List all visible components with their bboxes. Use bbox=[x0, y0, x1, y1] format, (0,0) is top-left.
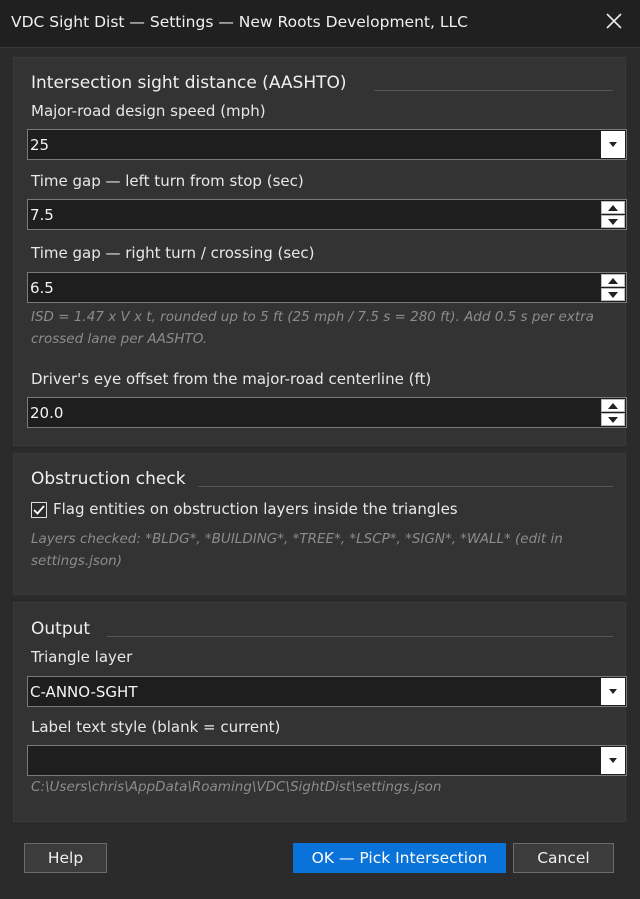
spin-down-button[interactable] bbox=[601, 215, 625, 228]
obstruction-hint: Layers checked: *BLDG*, *BUILDING*, *TRE… bbox=[31, 528, 563, 572]
spin-up-button[interactable] bbox=[601, 399, 625, 412]
obstruction-group-title: Obstruction check bbox=[31, 469, 186, 489]
dropdown-button[interactable] bbox=[601, 678, 625, 705]
spin-up-button[interactable] bbox=[601, 274, 625, 287]
gap-right-label: Time gap — right turn / crossing (sec) bbox=[31, 244, 315, 262]
chevron-down-icon bbox=[609, 689, 617, 694]
dropdown-button[interactable] bbox=[601, 131, 625, 158]
chevron-down-icon bbox=[609, 758, 617, 763]
output-group-title: Output bbox=[31, 619, 91, 639]
spin-down-button[interactable] bbox=[601, 413, 625, 426]
group-divider bbox=[198, 486, 613, 487]
layer-label: Triangle layer bbox=[31, 648, 133, 666]
cancel-button[interactable]: Cancel bbox=[513, 843, 614, 873]
hint-line: ISD = 1.47 x V x t, rounded up to 5 ft (… bbox=[31, 309, 594, 325]
obstruction-group: Obstruction check Flag entities on obstr… bbox=[13, 453, 626, 595]
eye-offset-value: 20.0 bbox=[30, 404, 64, 422]
arrow-up-icon bbox=[608, 403, 618, 409]
arrow-up-icon bbox=[608, 205, 618, 211]
eye-offset-label: Driver's eye offset from the major-road … bbox=[31, 370, 432, 388]
arrow-up-icon bbox=[608, 278, 618, 284]
isd-group-title: Intersection sight distance (AASHTO) bbox=[31, 73, 347, 93]
speed-combobox[interactable]: 25 bbox=[27, 129, 627, 160]
close-icon[interactable] bbox=[604, 11, 624, 31]
hint-line: settings.json) bbox=[31, 553, 122, 569]
checkmark-icon bbox=[33, 505, 45, 515]
speed-value: 25 bbox=[30, 136, 50, 154]
text-style-combobox[interactable] bbox=[27, 745, 627, 776]
dropdown-button[interactable] bbox=[601, 747, 625, 774]
ok-pick-intersection-button[interactable]: OK — Pick Intersection bbox=[293, 843, 506, 873]
help-button[interactable]: Help bbox=[24, 843, 107, 873]
arrow-down-icon bbox=[608, 292, 618, 298]
gap-left-value: 7.5 bbox=[30, 206, 54, 224]
output-group: Output Triangle layer C-ANNO-SGHT Label … bbox=[13, 602, 627, 822]
spin-down-button[interactable] bbox=[601, 288, 625, 301]
speed-label: Major-road design speed (mph) bbox=[31, 102, 266, 120]
window-title: VDC Sight Dist — Settings — New Roots De… bbox=[11, 13, 468, 31]
hint-line: Layers checked: *BLDG*, *BUILDING*, *TRE… bbox=[31, 531, 563, 547]
text-style-label: Label text style (blank = current) bbox=[31, 718, 281, 736]
layer-combobox[interactable]: C-ANNO-SGHT bbox=[27, 676, 627, 707]
gap-left-label: Time gap — left turn from stop (sec) bbox=[31, 172, 304, 190]
gap-right-value: 6.5 bbox=[30, 279, 54, 297]
hint-line: crossed lane per AASHTO. bbox=[31, 331, 208, 347]
obstruction-checkbox-label[interactable]: Flag entities on obstruction layers insi… bbox=[53, 500, 458, 518]
arrow-down-icon bbox=[608, 417, 618, 423]
spin-buttons bbox=[601, 274, 625, 301]
chevron-down-icon bbox=[609, 142, 617, 147]
eye-offset-spinner[interactable]: 20.0 bbox=[27, 397, 627, 428]
settings-path: C:\Users\chris\AppData\Roaming\VDC\Sight… bbox=[31, 779, 442, 795]
spin-up-button[interactable] bbox=[601, 201, 625, 214]
obstruction-checkbox[interactable] bbox=[31, 502, 47, 518]
isd-formula-hint: ISD = 1.47 x V x t, rounded up to 5 ft (… bbox=[31, 306, 594, 350]
gap-left-spinner[interactable]: 7.5 bbox=[27, 199, 627, 230]
layer-value: C-ANNO-SGHT bbox=[30, 683, 138, 701]
arrow-down-icon bbox=[608, 219, 618, 225]
spin-buttons bbox=[601, 201, 625, 228]
group-divider bbox=[374, 90, 613, 91]
spin-buttons bbox=[601, 399, 625, 426]
gap-right-spinner[interactable]: 6.5 bbox=[27, 272, 627, 303]
group-divider bbox=[107, 636, 613, 637]
title-bar: VDC Sight Dist — Settings — New Roots De… bbox=[0, 0, 640, 48]
isd-group: Intersection sight distance (AASHTO) Maj… bbox=[13, 57, 627, 446]
